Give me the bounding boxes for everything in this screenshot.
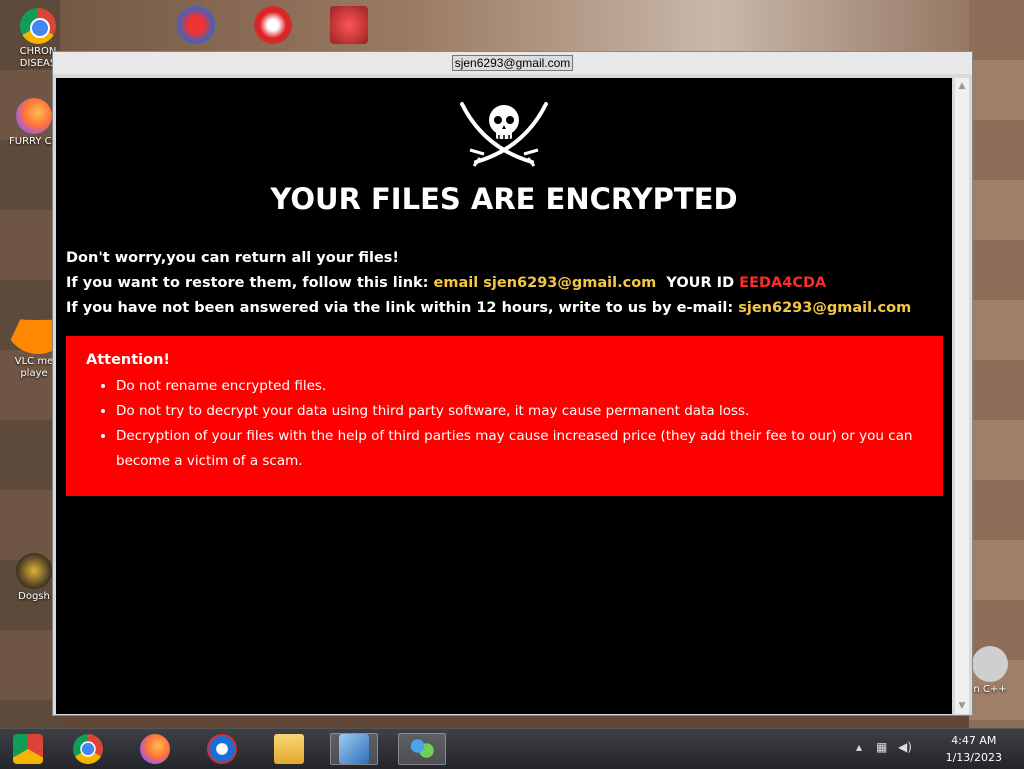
taskbar-firefox[interactable] [131, 733, 179, 765]
reassurance-line: Don't worry,you can return all your file… [66, 250, 400, 266]
taskbar-chrome-folder[interactable] [4, 733, 52, 765]
app-shortcut-icon[interactable] [330, 6, 368, 44]
clock-date: 1/13/2023 [945, 751, 1002, 764]
file-explorer-icon [274, 734, 304, 764]
scroll-down-icon[interactable]: ▼ [957, 700, 967, 712]
taskbar-setup[interactable] [330, 733, 378, 765]
attention-box: Attention! Do not rename encrypted files… [66, 336, 943, 496]
chrome-folder-icon [13, 734, 43, 764]
show-hidden-icons-icon[interactable]: ▴ [856, 740, 862, 754]
chrome-icon [20, 8, 56, 44]
fallback-text: If you have not been answered via the li… [66, 300, 734, 316]
desktop-wallpaper-top [0, 0, 1024, 52]
ransom-note-window: sjen6293@gmail.com YOUR FILES ARE ENCRYP… [52, 51, 973, 716]
recycle-bin-icon [972, 646, 1008, 682]
restore-text: If you want to restore them, follow this… [66, 275, 429, 291]
clock-time: 4:47 AM [951, 734, 997, 747]
app-shortcut-icon[interactable] [177, 6, 215, 44]
ransom-note-content: YOUR FILES ARE ENCRYPTED Don't worry,you… [56, 78, 952, 714]
victim-id: EEDA4CDA [739, 275, 827, 291]
skull-crossbones-icon [460, 102, 548, 167]
taskbar-opera[interactable] [198, 733, 246, 765]
app-shortcut-icon[interactable] [254, 6, 292, 44]
desktop-wallpaper-right [969, 0, 1024, 728]
attention-list: Do not rename encrypted files. Do not tr… [66, 374, 940, 474]
restore-instructions-line: If you want to restore them, follow this… [66, 275, 826, 291]
taskbar-file-explorer[interactable] [265, 733, 313, 765]
vertical-scrollbar[interactable]: ▲ ▼ [955, 78, 969, 714]
fallback-email[interactable]: sjen6293@gmail.com [738, 300, 911, 316]
setup-icon [339, 734, 369, 764]
firefox-icon [140, 734, 170, 764]
volume-icon[interactable]: ◀) [898, 740, 912, 754]
chrome-icon [73, 734, 103, 764]
attention-item: Decryption of your files with the help o… [116, 424, 940, 474]
clock[interactable]: 4:47 AM 1/13/2023 [946, 732, 1002, 766]
taskbar-network-people[interactable] [398, 733, 446, 765]
attention-item: Do not try to decrypt your data using th… [116, 399, 940, 424]
window-title: sjen6293@gmail.com [451, 55, 574, 71]
opera-icon [207, 734, 237, 764]
dog-icon [16, 553, 52, 589]
taskbar-chrome[interactable] [64, 733, 112, 765]
contact-email-link[interactable]: email sjen6293@gmail.com [434, 275, 657, 291]
scroll-up-icon[interactable]: ▲ [957, 80, 967, 92]
fallback-contact-line: If you have not been answered via the li… [66, 300, 911, 316]
taskbar: ▴ ▦ ◀) 4:47 AM 1/13/2023 [0, 728, 1024, 769]
window-titlebar[interactable]: sjen6293@gmail.com [53, 52, 972, 74]
network-people-icon [407, 734, 437, 764]
firefox-icon [16, 98, 52, 134]
attention-item: Do not rename encrypted files. [116, 374, 940, 399]
attention-title: Attention! [86, 352, 171, 368]
network-icon[interactable]: ▦ [876, 740, 887, 754]
system-tray: ▴ ▦ ◀) 4:47 AM 1/13/2023 [854, 729, 1024, 769]
ransom-headline: YOUR FILES ARE ENCRYPTED [270, 182, 738, 216]
your-id-label: YOUR ID [666, 275, 735, 291]
